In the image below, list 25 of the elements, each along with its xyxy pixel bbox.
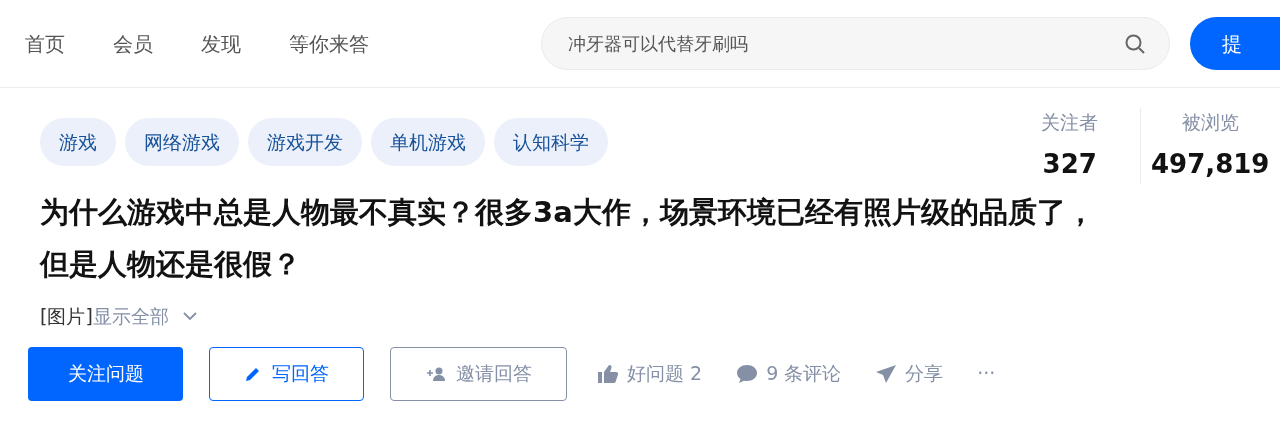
topic-tag[interactable]: 单机游戏 <box>371 118 485 166</box>
stat-value: 327 <box>1042 148 1097 181</box>
question-title: 为什么游戏中总是人物最不真实？很多3a大作，场景环境已经有照片级的品质了，但是人物还是很假？ <box>40 194 1096 283</box>
stat-label: 被浏览 <box>1181 110 1239 135</box>
nav-link[interactable]: 首页 <box>25 28 65 59</box>
write-answer-button[interactable]: 写回答 <box>209 346 364 401</box>
search-field[interactable]: 冲牙器可以代替牙刷吗 <box>541 17 1170 70</box>
excerpt-text: [图片] <box>40 304 93 329</box>
topic-tag[interactable]: 网络游戏 <box>125 118 239 166</box>
follow-button[interactable]: 关注问题 <box>28 346 183 401</box>
topic-tag[interactable]: 游戏 <box>40 118 116 166</box>
nav-link[interactable]: 发现 <box>201 28 241 59</box>
paper-plane-icon <box>875 363 898 384</box>
stat-value: 497,819 <box>1151 148 1270 181</box>
invite-person-icon <box>425 365 446 382</box>
ask-button[interactable]: 提 <box>1190 17 1280 70</box>
topic-tag[interactable]: 游戏开发 <box>248 118 362 166</box>
stat-label: 关注者 <box>1041 110 1099 135</box>
topic-tag[interactable]: 认知科学 <box>494 118 608 166</box>
nav-link[interactable]: 会员 <box>113 28 153 59</box>
search-text: 冲牙器可以代替牙刷吗 <box>568 32 750 56</box>
nav-link[interactable]: 等你来答 <box>289 28 369 59</box>
speech-bubble-icon <box>736 363 759 384</box>
chevron-down-icon <box>182 311 197 322</box>
thumbs-up-icon <box>597 363 619 384</box>
